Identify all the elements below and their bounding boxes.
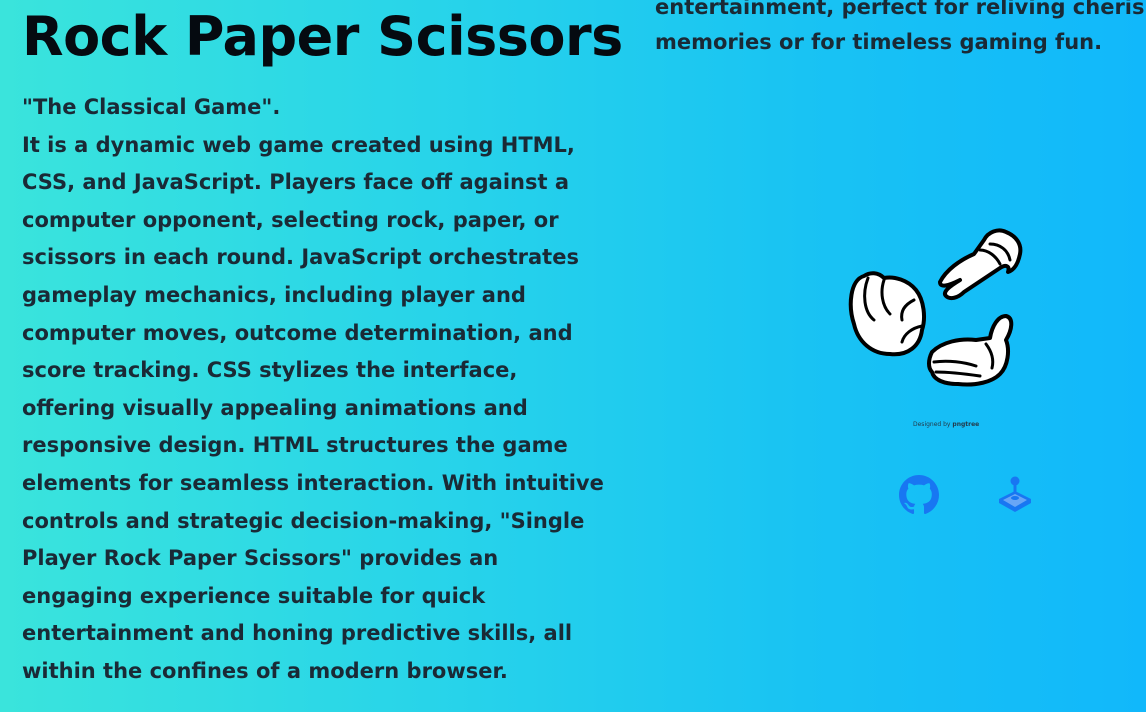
right-text-line-1: entertainment, perfect for reliving cher… — [655, 0, 1146, 19]
github-icon — [899, 475, 939, 515]
scissors-hand-icon — [938, 228, 1023, 301]
joystick-icon — [999, 476, 1031, 512]
credit-prefix: Designed by — [913, 421, 951, 428]
credit-brand: pngtree — [952, 421, 980, 428]
tagline: "The Classical Game". — [22, 95, 281, 119]
game-description: "The Classical Game". It is a dynamic we… — [22, 89, 612, 691]
rock-paper-scissors-hands-image — [848, 228, 1023, 387]
right-column-text: entertainment, perfect for reliving cher… — [655, 0, 1146, 60]
github-link[interactable] — [899, 475, 939, 515]
page-title: Rock Paper Scissors — [22, 5, 623, 68]
right-text-line-2: memories or for timeless gaming fun. — [655, 30, 1103, 54]
paper-hand-icon — [927, 314, 1014, 387]
image-credit: Designed by pngtree — [913, 421, 979, 428]
description-body: It is a dynamic web game created using H… — [22, 132, 604, 683]
play-game-link[interactable] — [995, 475, 1035, 515]
rock-hand-icon — [848, 271, 926, 357]
